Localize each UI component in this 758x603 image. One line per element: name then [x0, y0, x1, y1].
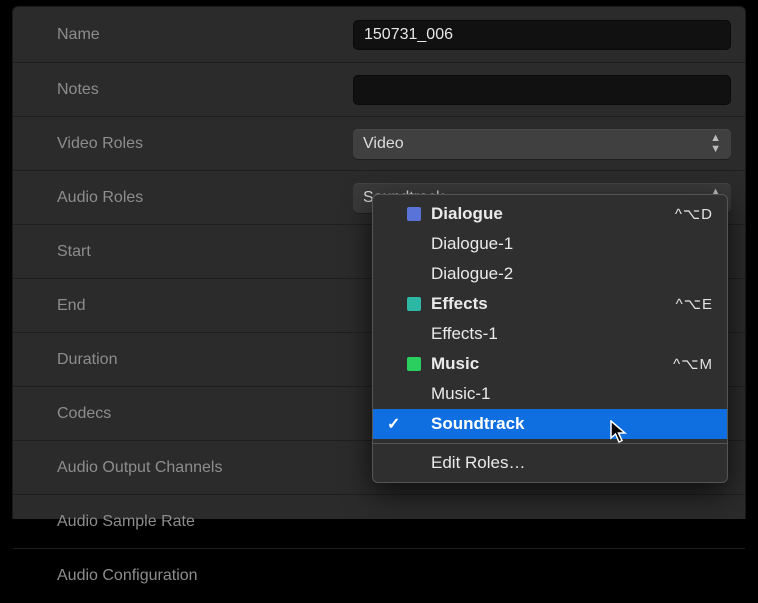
label-name: Name — [13, 26, 353, 44]
menu-item-label: Dialogue-1 — [431, 234, 713, 254]
menu-item[interactable]: Dialogue-2 — [373, 259, 727, 289]
label-start: Start — [13, 243, 353, 261]
menu-item-label: Music — [431, 354, 673, 374]
label-audio-roles: Audio Roles — [13, 189, 353, 207]
video-roles-value: Video — [363, 135, 404, 153]
menu-item[interactable]: Effects-1 — [373, 319, 727, 349]
menu-item-label: Edit Roles… — [431, 453, 713, 473]
role-color-swatch — [407, 297, 421, 311]
row-name: Name — [13, 7, 745, 63]
menu-item[interactable]: Dialogue-1 — [373, 229, 727, 259]
menu-item-edit-roles[interactable]: Edit Roles… — [373, 448, 727, 478]
row-audio-configuration: Audio Configuration — [13, 549, 745, 603]
menu-item-label: Effects-1 — [431, 324, 713, 344]
chevron-updown-icon: ▲▼ — [710, 133, 721, 155]
menu-item[interactable]: Music-1 — [373, 379, 727, 409]
menu-item[interactable]: ✓ Soundtrack — [373, 409, 727, 439]
label-audio-sample-rate: Audio Sample Rate — [13, 513, 353, 531]
notes-input[interactable] — [353, 75, 731, 105]
row-notes: Notes — [13, 63, 745, 117]
label-end: End — [13, 297, 353, 315]
cursor-icon — [610, 420, 630, 446]
name-input[interactable] — [353, 20, 731, 50]
menu-item[interactable]: Effects^⌥E — [373, 289, 727, 319]
label-audio-output-channels: Audio Output Channels — [13, 459, 353, 477]
label-codecs: Codecs — [13, 405, 353, 423]
role-color-swatch — [407, 207, 421, 221]
menu-item-shortcut: ^⌥D — [675, 205, 713, 223]
audio-roles-menu[interactable]: Dialogue^⌥DDialogue-1Dialogue-2Effects^⌥… — [372, 194, 728, 483]
check-icon: ✓ — [387, 414, 407, 434]
menu-item-label: Music-1 — [431, 384, 713, 404]
menu-item-label: Dialogue — [431, 204, 675, 224]
menu-item-shortcut: ^⌥M — [673, 355, 713, 373]
row-audio-sample-rate: Audio Sample Rate — [13, 495, 745, 549]
label-audio-configuration: Audio Configuration — [13, 567, 353, 585]
menu-item-label: Dialogue-2 — [431, 264, 713, 284]
menu-item-shortcut: ^⌥E — [676, 295, 713, 313]
video-roles-select[interactable]: Video ▲▼ — [353, 129, 731, 159]
role-color-swatch — [407, 357, 421, 371]
menu-separator — [373, 443, 727, 444]
menu-item[interactable]: Dialogue^⌥D — [373, 199, 727, 229]
label-notes: Notes — [13, 81, 353, 99]
label-duration: Duration — [13, 351, 353, 369]
menu-item[interactable]: Music^⌥M — [373, 349, 727, 379]
menu-item-label: Effects — [431, 294, 676, 314]
row-video-roles: Video Roles Video ▲▼ — [13, 117, 745, 171]
menu-item-label: Soundtrack — [431, 414, 713, 434]
label-video-roles: Video Roles — [13, 135, 353, 153]
